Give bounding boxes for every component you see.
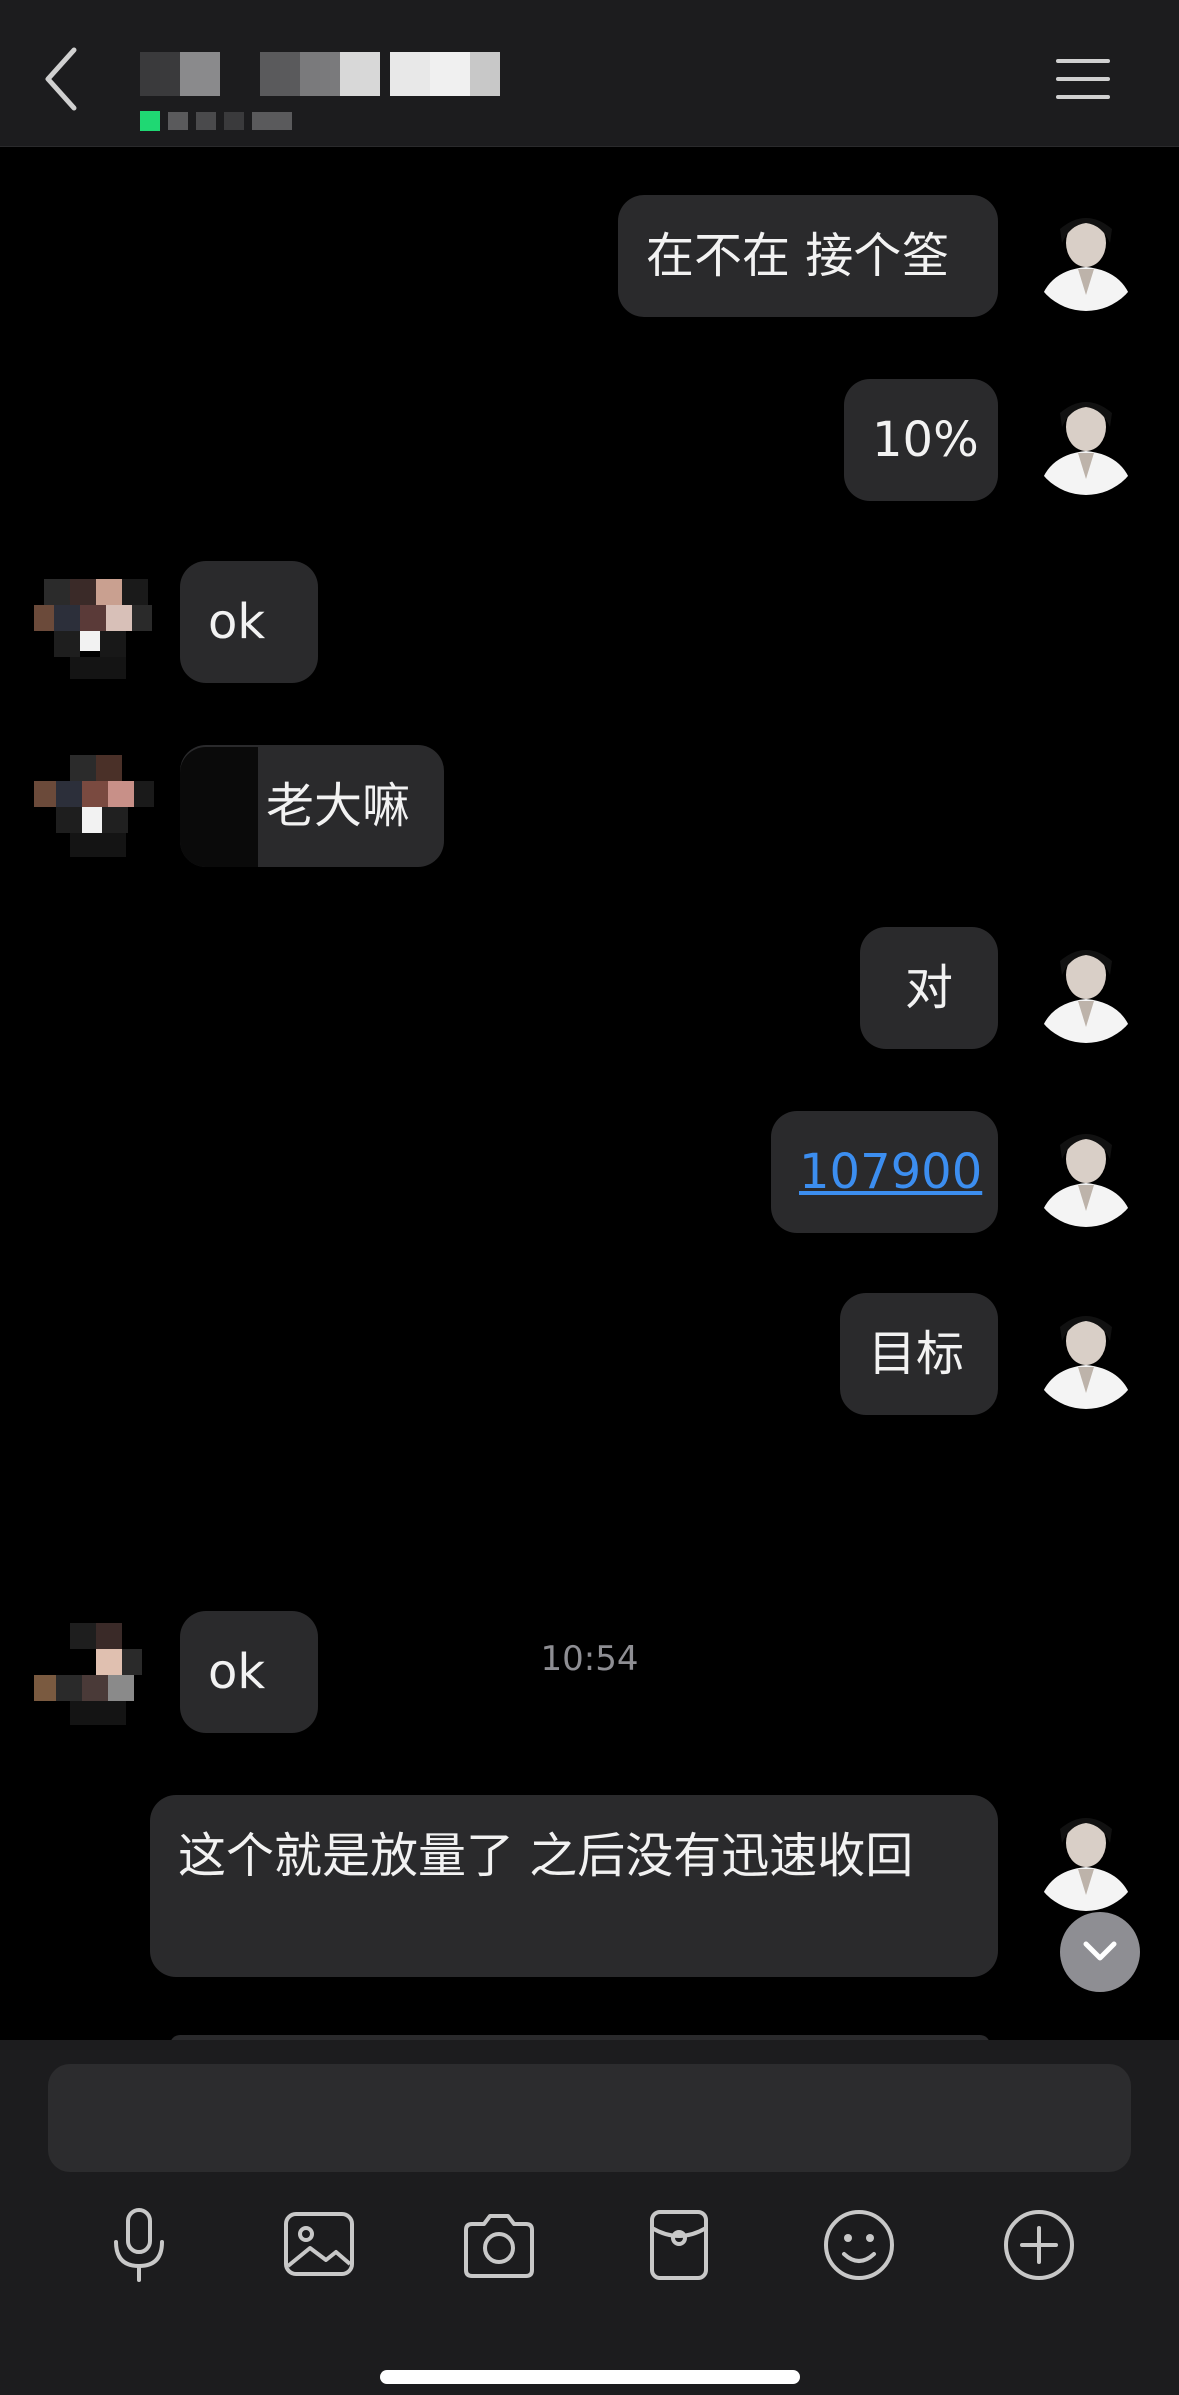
contact-avatar-redacted[interactable] xyxy=(34,1615,158,1739)
phone-number-link[interactable]: 107900 xyxy=(799,1143,982,1201)
chevron-down-icon xyxy=(1083,1941,1117,1961)
composer-bar xyxy=(0,2040,1179,2395)
message-bubble-outgoing[interactable]: 对 xyxy=(860,927,998,1049)
menu-button[interactable] xyxy=(1055,55,1111,103)
my-avatar[interactable] xyxy=(1030,1297,1142,1409)
home-indicator[interactable] xyxy=(380,2370,800,2384)
my-avatar[interactable] xyxy=(1030,1115,1142,1227)
message-bubble-outgoing[interactable]: 10% xyxy=(844,379,998,501)
microphone-icon xyxy=(114,2208,164,2282)
more-button[interactable] xyxy=(994,2200,1084,2290)
plus-icon xyxy=(1004,2210,1074,2280)
image-icon xyxy=(284,2212,354,2276)
online-indicator xyxy=(140,111,160,131)
red-packet-button[interactable] xyxy=(634,2200,724,2290)
contact-avatar-redacted[interactable] xyxy=(34,747,158,871)
chevron-left-icon xyxy=(45,47,77,111)
my-avatar[interactable] xyxy=(1030,931,1142,1043)
message-input[interactable] xyxy=(48,2064,1131,2172)
scroll-to-bottom-button[interactable] xyxy=(1060,1912,1140,1992)
message-bubble-incoming[interactable]: ok xyxy=(180,561,318,683)
back-button[interactable] xyxy=(40,44,90,114)
online-status xyxy=(140,110,350,132)
redacted-overlay xyxy=(180,747,258,867)
camera-icon xyxy=(464,2214,534,2278)
my-avatar[interactable] xyxy=(1030,383,1142,495)
chat-header xyxy=(0,0,1179,147)
contact-name-redacted[interactable] xyxy=(140,52,500,96)
voice-button[interactable] xyxy=(94,2200,184,2290)
message-bubble-outgoing[interactable]: 在不在 接个筌 xyxy=(618,195,998,317)
my-avatar[interactable] xyxy=(1030,199,1142,311)
camera-button[interactable] xyxy=(454,2200,544,2290)
message-list[interactable]: 在不在 接个筌 10% ok 老大嘛 对 107900 目标 10:54 ok … xyxy=(0,147,1179,2045)
message-timestamp: 10:54 xyxy=(540,1639,639,1679)
message-bubble-outgoing[interactable]: 目标 xyxy=(840,1293,998,1415)
message-bubble-outgoing[interactable]: 这个就是放量了 之后没有迅速收回 xyxy=(150,1795,998,1977)
my-avatar[interactable] xyxy=(1030,1799,1142,1911)
emoji-button[interactable] xyxy=(814,2200,904,2290)
image-button[interactable] xyxy=(274,2200,364,2290)
message-bubble-outgoing[interactable]: 107900 xyxy=(771,1111,998,1233)
emoji-icon xyxy=(824,2210,894,2280)
message-bubble-incoming[interactable]: ok xyxy=(180,1611,318,1733)
contact-avatar-redacted[interactable] xyxy=(34,565,158,689)
red-packet-icon xyxy=(650,2210,708,2280)
hamburger-menu-icon xyxy=(1056,59,1110,99)
